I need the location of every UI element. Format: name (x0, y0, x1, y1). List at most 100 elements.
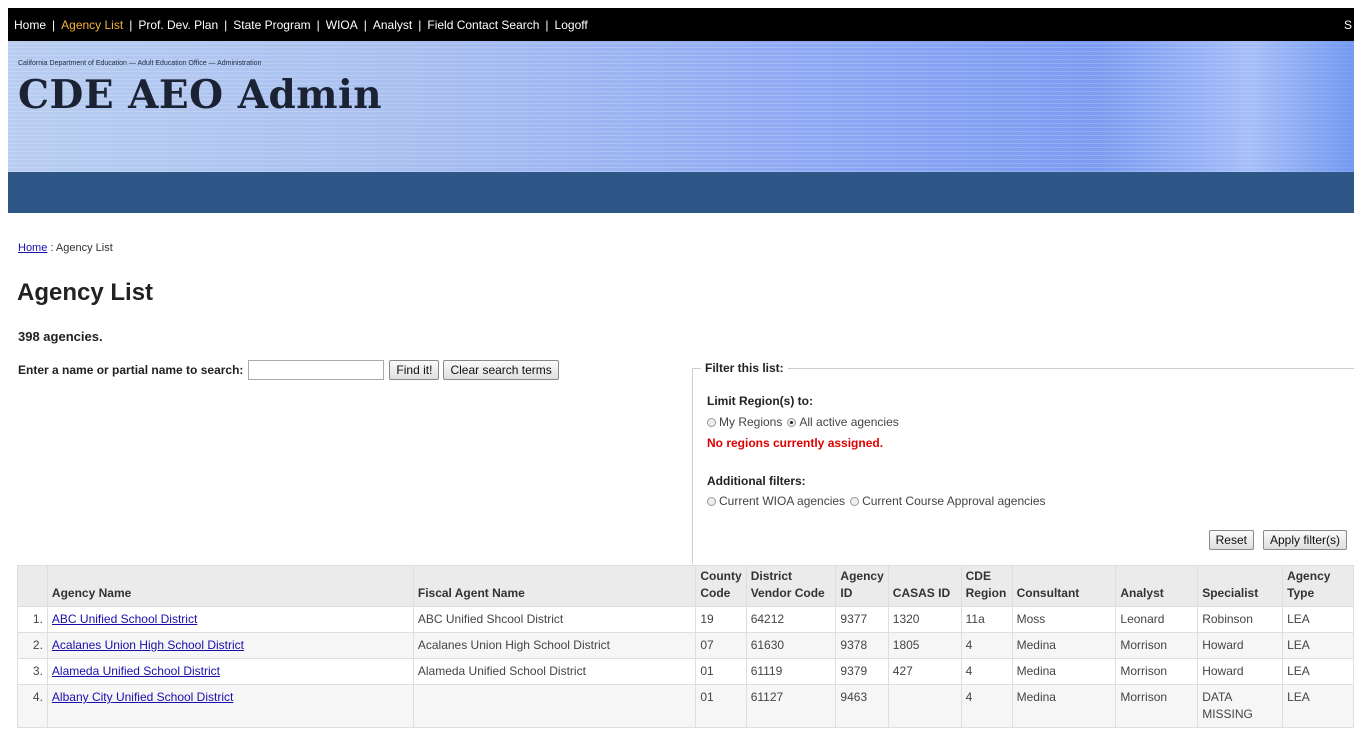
fiscal-agent-cell: Alameda Unified School District (412, 658, 697, 685)
header-blue-bar (8, 172, 1354, 213)
wioa-agencies-label: Current WIOA agencies (719, 494, 846, 508)
agency-type-cell: LEA (1282, 658, 1354, 685)
specialist-cell: DATA MISSING (1197, 684, 1284, 728)
agency-id-cell: 9378 (835, 632, 889, 659)
agency-table: Agency Name Fiscal Agent Name County Cod… (17, 565, 1354, 728)
region-options: My Regions All active agencies (707, 415, 899, 429)
analyst-cell: Morrison (1115, 658, 1199, 685)
table-row: 2. Acalanes Union High School District A… (17, 632, 1354, 659)
nav-home[interactable]: Home (14, 18, 46, 32)
col-header-agency-type: Agency Type (1282, 565, 1354, 607)
specialist-cell: Howard (1197, 632, 1284, 659)
agency-name-link[interactable]: Albany City Unified School District (52, 690, 233, 704)
nav-separator: | (418, 17, 422, 32)
search-input[interactable] (248, 360, 385, 380)
all-active-agencies-label: All active agencies (799, 415, 899, 429)
nav-separator: | (363, 17, 367, 32)
col-header-agency-id: Agency ID (835, 565, 889, 607)
page-title: Agency List (17, 279, 154, 306)
no-regions-warning: No regions currently assigned. (707, 436, 884, 450)
casas-id-cell: 1805 (887, 632, 962, 659)
analyst-cell: Leonard (1115, 606, 1199, 633)
fiscal-agent-cell (412, 684, 697, 728)
agency-count: 398 agencies. (18, 329, 103, 344)
my-regions-radio[interactable] (707, 417, 716, 427)
agency-name-link[interactable]: Acalanes Union High School District (52, 638, 244, 652)
county-code-cell: 01 (695, 684, 747, 728)
search-label: Enter a name or partial name to search: (18, 363, 244, 377)
nav-separator: | (224, 17, 228, 32)
col-header-analyst: Analyst (1115, 565, 1199, 607)
county-code-cell: 07 (695, 632, 747, 659)
cde-region-cell: 4 (960, 684, 1013, 728)
top-nav: Home | Agency List | Prof. Dev. Plan | S… (8, 8, 1354, 41)
vendor-code-cell: 61127 (745, 684, 837, 728)
vendor-code-cell: 61119 (745, 658, 837, 685)
course-approval-label: Current Course Approval agencies (862, 494, 1046, 508)
nav-prof-dev-plan[interactable]: Prof. Dev. Plan (138, 18, 218, 32)
row-index: 4. (17, 684, 48, 728)
nav-wioa[interactable]: WIOA (326, 18, 358, 32)
nav-field-contact-search[interactable]: Field Contact Search (427, 18, 539, 32)
nav-right-cutoff-item[interactable]: S (1344, 18, 1352, 32)
col-header-agency-name: Agency Name (46, 565, 414, 607)
wioa-agencies-radio[interactable] (707, 496, 716, 506)
cde-region-cell: 4 (960, 632, 1013, 659)
table-row: 4. Albany City Unified School District 0… (17, 684, 1354, 728)
breadcrumb-separator: : (50, 242, 54, 254)
row-index: 1. (17, 606, 48, 633)
consultant-cell: Medina (1011, 684, 1117, 728)
apply-filter-button[interactable]: Apply filter(s) (1262, 530, 1347, 550)
table-row: 3. Alameda Unified School District Alame… (17, 658, 1354, 685)
consultant-cell: Medina (1011, 658, 1117, 685)
col-header-specialist: Specialist (1197, 565, 1284, 607)
nav-logoff[interactable]: Logoff (555, 18, 588, 32)
nav-separator: | (129, 17, 133, 32)
clear-search-button[interactable]: Clear search terms (443, 360, 559, 380)
vendor-code-cell: 64212 (745, 606, 837, 633)
header-banner: California Department of Education — Adu… (8, 41, 1354, 172)
nav-analyst[interactable]: Analyst (373, 18, 412, 32)
agency-type-cell: LEA (1282, 684, 1354, 728)
course-approval-radio[interactable] (850, 496, 860, 506)
agency-name-cell: Alameda Unified School District (46, 658, 414, 685)
cde-region-cell: 11a (960, 606, 1013, 633)
consultant-cell: Moss (1011, 606, 1117, 633)
nav-separator: | (545, 17, 549, 32)
col-header-county-code: County Code (695, 565, 747, 607)
agency-name-link[interactable]: Alameda Unified School District (52, 664, 220, 678)
agency-name-link[interactable]: ABC Unified School District (52, 612, 197, 626)
agency-name-cell: ABC Unified School District (46, 606, 414, 633)
agency-type-cell: LEA (1282, 606, 1354, 633)
breadcrumb-home-link[interactable]: Home (18, 242, 47, 254)
find-button[interactable]: Find it! (389, 360, 440, 380)
col-header-district-vendor-code: District Vendor Code (745, 565, 837, 607)
specialist-cell: Howard (1197, 658, 1284, 685)
fiscal-agent-cell: Acalanes Union High School District (412, 632, 697, 659)
casas-id-cell: 427 (887, 658, 962, 685)
search-bar: Enter a name or partial name to search: … (18, 360, 563, 380)
filter-legend: Filter this list: (701, 361, 788, 375)
banner-glow (1094, 41, 1354, 172)
analyst-cell: Morrison (1115, 684, 1199, 728)
agency-id-cell: 9377 (835, 606, 889, 633)
col-header-consultant: Consultant (1011, 565, 1117, 607)
filter-panel: Filter this list: Limit Region(s) to: My… (692, 361, 1354, 564)
table-header-row: Agency Name Fiscal Agent Name County Cod… (17, 565, 1354, 607)
nav-agency-list[interactable]: Agency List (61, 18, 123, 32)
agency-name-cell: Acalanes Union High School District (46, 632, 414, 659)
row-index: 2. (17, 632, 48, 659)
consultant-cell: Medina (1011, 632, 1117, 659)
agency-id-cell: 9463 (835, 684, 889, 728)
additional-filters-label: Additional filters: (707, 474, 806, 488)
agency-id-cell: 9379 (835, 658, 889, 685)
nav-state-program[interactable]: State Program (233, 18, 310, 32)
reset-button[interactable]: Reset (1208, 530, 1254, 550)
county-code-cell: 19 (695, 606, 747, 633)
agency-name-cell: Albany City Unified School District (46, 684, 414, 728)
col-header-index (17, 565, 48, 607)
col-header-casas-id: CASAS ID (887, 565, 962, 607)
fiscal-agent-cell: ABC Unified Shcool District (412, 606, 697, 633)
vendor-code-cell: 61630 (745, 632, 837, 659)
all-active-agencies-radio[interactable] (787, 417, 797, 427)
